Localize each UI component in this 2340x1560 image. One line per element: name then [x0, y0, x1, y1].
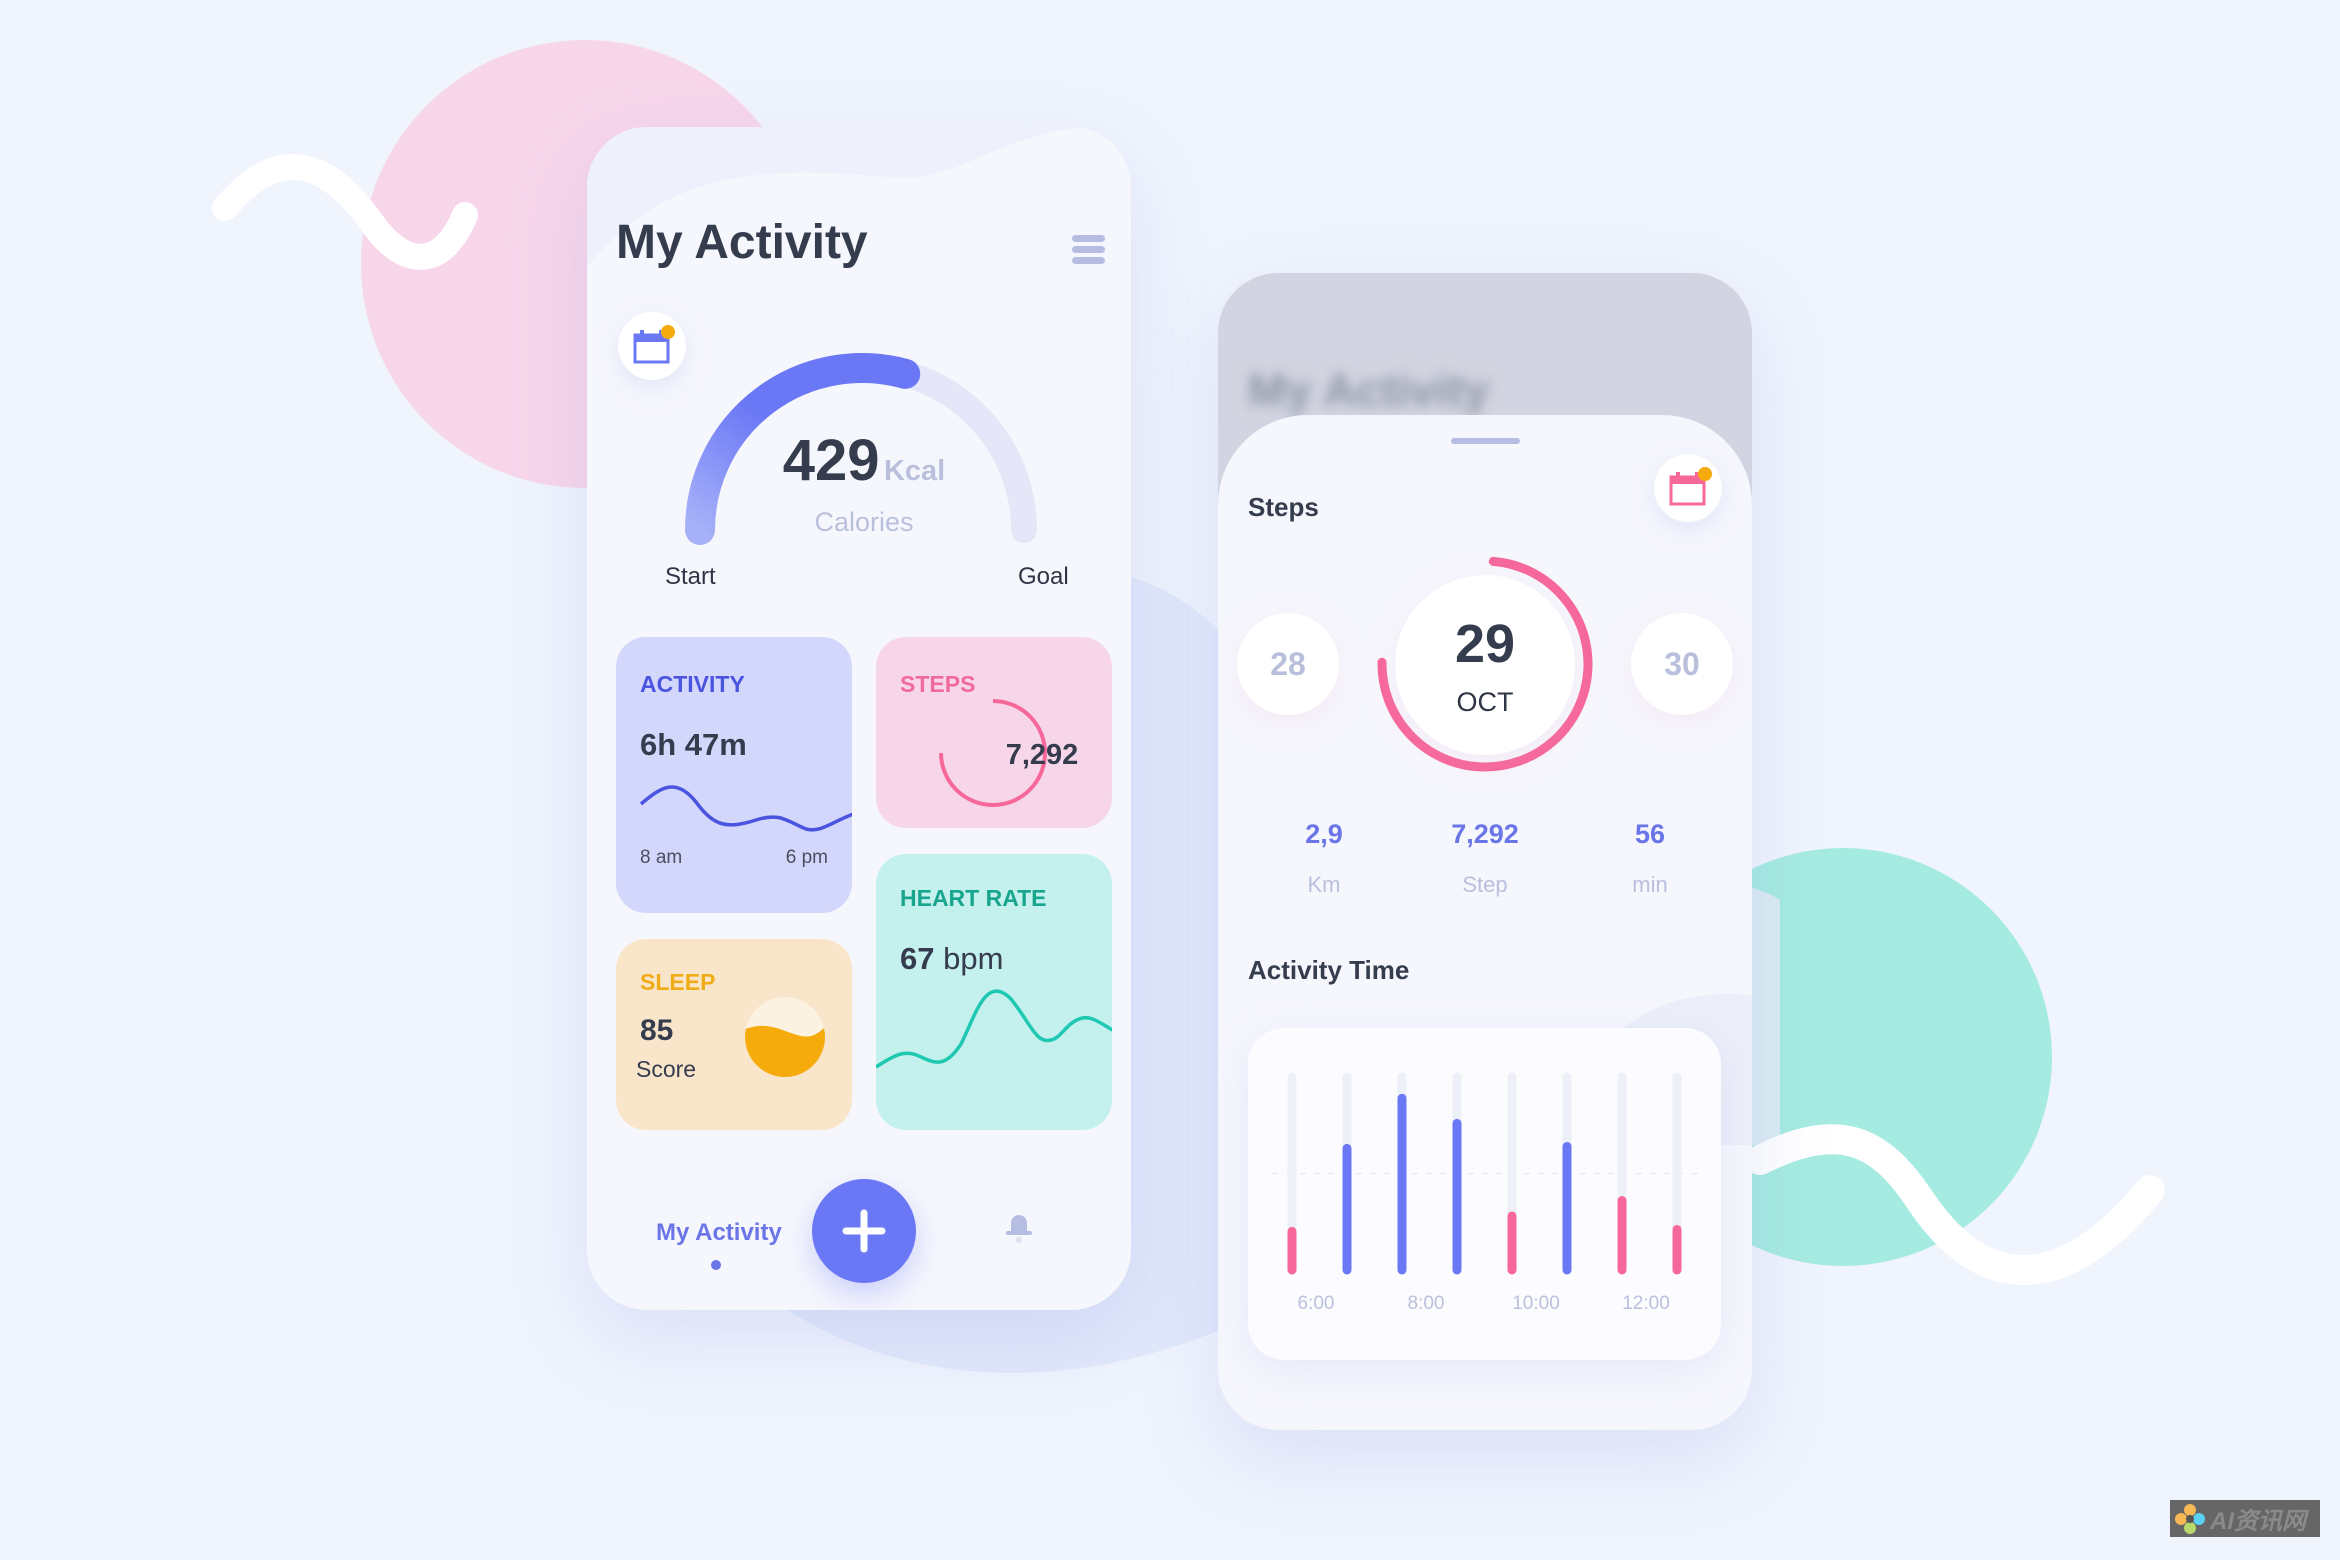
plus-icon: [842, 1209, 886, 1253]
background-decor: [212, 40, 2165, 1373]
activity-end-time: 6 pm: [785, 847, 828, 868]
steps-title: Steps: [1248, 492, 1319, 522]
day-next[interactable]: 30: [1631, 613, 1733, 715]
bell-icon[interactable]: [1003, 1209, 1035, 1245]
sheet-drag-handle[interactable]: [1451, 438, 1520, 444]
steps-value: 7,292: [1005, 739, 1079, 771]
x-tick-label: 6:00: [1297, 1293, 1335, 1314]
active-indicator-dot: [711, 1260, 721, 1270]
nav-my-activity[interactable]: My Activity: [656, 1219, 782, 1247]
activity-start-time: 8 am: [640, 847, 683, 868]
heart-rate-line: [876, 989, 1112, 1069]
flower-logo-icon: [2175, 1503, 2205, 1534]
x-tick-label: 8:00: [1407, 1293, 1445, 1314]
steps-sheet: Steps 28 30 29 OCT 2,9 Km 7,292 Step 56 min…: [1218, 415, 1752, 1430]
activity-card[interactable]: ACTIVITY 6h 47m 8 am 6 pm: [616, 637, 852, 913]
x-tick-label: 12:00: [1622, 1293, 1670, 1314]
blurred-title: My Activity: [1248, 364, 1490, 416]
heart-rate-card[interactable]: HEART RATE 67 bpm: [876, 854, 1112, 1130]
gauge-start-label: Start: [665, 563, 716, 590]
day-prev[interactable]: 28: [1237, 613, 1339, 715]
calendar-icon: [1669, 467, 1712, 506]
steps-screen: My Activity Steps 28 30 29 OCT 2,9 Km 7,2…: [1218, 273, 1752, 1430]
calendar-button[interactable]: [1654, 454, 1722, 522]
steps-card[interactable]: STEPS 7,292: [876, 637, 1112, 828]
day-number: 29: [1454, 613, 1516, 674]
calories-value: 429: [782, 428, 880, 493]
activity-time-title: Activity Time: [1248, 955, 1410, 985]
activity-sparkline: [639, 785, 852, 832]
my-activity-screen: My Activity 429 Kcal Calories Start Goal…: [587, 127, 1131, 1310]
sleep-card[interactable]: SLEEP 85 Score: [616, 939, 852, 1130]
gauge-goal-label: Goal: [1018, 563, 1069, 590]
watermark: AI资讯网: [2170, 1500, 2320, 1537]
x-tick-label: 10:00: [1512, 1293, 1560, 1314]
calories-unit: Kcal: [883, 455, 946, 487]
add-button[interactable]: [812, 1179, 916, 1283]
day-current[interactable]: 29 OCT: [1395, 575, 1575, 755]
day-month: OCT: [1456, 686, 1514, 717]
watermark-text: AI资讯网: [2210, 1508, 2306, 1535]
calories-label: Calories: [814, 507, 914, 537]
activity-time-chart: 6:00 8:00 10:00 12:00: [1248, 1028, 1721, 1360]
sleep-ball: [745, 997, 825, 1077]
steps-ring: [939, 699, 1047, 807]
